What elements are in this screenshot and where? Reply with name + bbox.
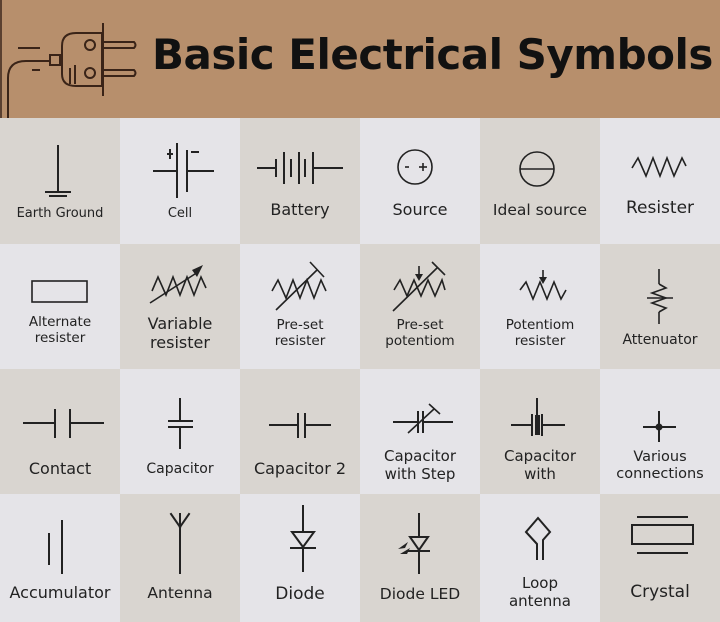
symbol-label: Diode LED bbox=[379, 585, 461, 603]
symbol-card-resistor: Resister bbox=[600, 118, 720, 244]
symbol-label: Variable resister bbox=[147, 314, 213, 353]
symbol-label: Pre-set resister bbox=[274, 317, 326, 350]
symbol-card-diode: Diode bbox=[240, 494, 360, 622]
diode-icon bbox=[290, 505, 316, 572]
symbol-label: Battery bbox=[270, 200, 330, 219]
resistor-icon bbox=[631, 155, 687, 179]
symbol-card-preset-potentiometer: Pre-set potentiom bbox=[360, 244, 480, 369]
symbol-label: Capacitor with bbox=[503, 447, 577, 483]
symbol-card-potentiometer: Potentiom resister bbox=[480, 244, 600, 369]
page-title: Basic Electrical Symbols bbox=[152, 30, 713, 79]
symbol-label: Antenna bbox=[147, 584, 213, 602]
capacitor-icon bbox=[168, 398, 193, 449]
symbol-label: Attenuator bbox=[622, 332, 698, 348]
symbol-card-loop-antenna: Loop antenna bbox=[480, 494, 600, 622]
attenuator-icon bbox=[647, 269, 673, 324]
symbol-label: Diode bbox=[275, 584, 325, 604]
accumulator-icon bbox=[48, 520, 63, 574]
symbol-card-capacitor-2: Capacitor 2 bbox=[240, 369, 360, 494]
source-icon bbox=[397, 149, 433, 185]
symbol-card-attenuator: Attenuator bbox=[600, 244, 720, 369]
symbol-label: Capacitor with Step bbox=[383, 447, 457, 483]
symbol-card-capacitor-with: Capacitor with bbox=[480, 369, 600, 494]
header-banner: Basic Electrical Symbols bbox=[0, 0, 720, 118]
symbol-card-cell: Cell bbox=[120, 118, 240, 244]
contact-icon bbox=[23, 409, 104, 438]
symbol-card-source: Source bbox=[360, 118, 480, 244]
symbol-card-earth-ground: Earth Ground bbox=[0, 118, 120, 244]
junction-icon bbox=[643, 411, 676, 442]
led-icon bbox=[398, 513, 430, 574]
symbol-label: Resister bbox=[625, 198, 695, 218]
earth-ground-icon bbox=[45, 145, 71, 197]
crystal-icon bbox=[631, 516, 694, 554]
symbol-card-capacitor: Capacitor bbox=[120, 369, 240, 494]
symbol-card-diode-led: Diode LED bbox=[360, 494, 480, 622]
symbol-label: Various connections bbox=[616, 449, 704, 483]
symbol-label: Crystal bbox=[630, 582, 690, 602]
variable-resistor-icon bbox=[149, 265, 207, 304]
symbol-card-battery: Battery bbox=[240, 118, 360, 244]
symbol-label: Potentiom resister bbox=[505, 317, 575, 350]
symbol-label: Loop antenna bbox=[508, 574, 571, 610]
symbol-card-ideal-source: Ideal source bbox=[480, 118, 600, 244]
symbol-card-preset-resistor: Pre-set resister bbox=[240, 244, 360, 369]
symbol-card-crystal: Crystal bbox=[600, 494, 720, 622]
capacitor-with-icon bbox=[511, 398, 565, 436]
symbol-card-various-connections: Various connections bbox=[600, 369, 720, 494]
capacitor-step-icon bbox=[393, 403, 453, 434]
alternate-resistor-icon bbox=[31, 280, 88, 303]
symbol-label: Pre-set potentiom bbox=[385, 317, 455, 350]
symbol-label: Earth Ground bbox=[16, 206, 104, 221]
plug-icon bbox=[7, 23, 137, 118]
symbol-label: Capacitor bbox=[146, 461, 214, 477]
symbol-label: Accumulator bbox=[9, 583, 111, 602]
antenna-icon bbox=[169, 512, 191, 574]
symbol-card-contact: Contact bbox=[0, 369, 120, 494]
preset-resistor-icon bbox=[271, 261, 327, 311]
symbol-card-accumulator: Accumulator bbox=[0, 494, 120, 622]
symbol-label: Alternate resister bbox=[28, 314, 92, 347]
symbol-card-capacitor-step: Capacitor with Step bbox=[360, 369, 480, 494]
symbol-label: Ideal source bbox=[492, 201, 588, 219]
preset-potentiometer-icon bbox=[392, 261, 446, 312]
symbol-label: Contact bbox=[28, 459, 92, 478]
battery-icon bbox=[257, 152, 343, 184]
symbol-card-alternate-resistor: Alternate resister bbox=[0, 244, 120, 369]
potentiometer-icon bbox=[519, 270, 567, 302]
cell-icon bbox=[153, 143, 214, 198]
ideal-source-icon bbox=[519, 151, 555, 187]
symbol-grid: Earth Ground Cell Battery Source Ideal s… bbox=[0, 118, 720, 622]
symbol-card-antenna: Antenna bbox=[120, 494, 240, 622]
loop-antenna-icon bbox=[524, 516, 552, 560]
symbol-card-variable-resistor: Variable resister bbox=[120, 244, 240, 369]
capacitor-2-icon bbox=[269, 413, 331, 438]
symbol-label: Cell bbox=[167, 206, 193, 221]
symbol-label: Capacitor 2 bbox=[253, 459, 347, 478]
symbol-label: Source bbox=[392, 200, 448, 219]
